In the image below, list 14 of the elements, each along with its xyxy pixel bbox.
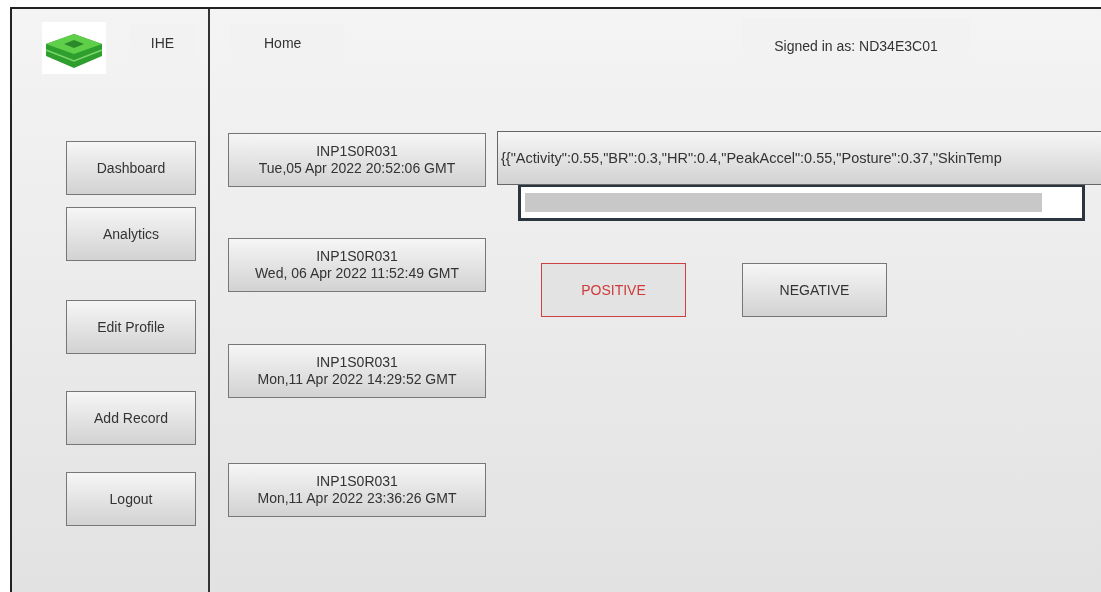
verdict-button[interactable]: NEGATIVE xyxy=(742,263,887,317)
record-button[interactable]: INP1S0R031 Wed, 06 Apr 2022 11:52:49 GMT xyxy=(228,238,486,292)
record-button[interactable]: INP1S0R031 Tue,05 Apr 2022 20:52:06 GMT xyxy=(228,133,486,187)
record-data-button[interactable]: {{"Activity":0.55,"BR":0.3,"HR":0.4,"PeakAccel":0.55,"Posture":0.37,"SkinTemp xyxy=(497,131,1101,185)
sidebar-button[interactable]: Dashboard xyxy=(66,141,196,195)
record-button[interactable]: INP1S0R031 Mon,11 Apr 2022 23:36:26 GMT xyxy=(228,463,486,517)
sidebar-button[interactable]: Add Record xyxy=(66,391,196,445)
sidebar-button[interactable]: Edit Profile xyxy=(66,300,196,354)
logo-icon xyxy=(42,22,106,74)
sidebar-button[interactable]: Analytics xyxy=(66,207,196,261)
record-button[interactable]: INP1S0R031 Mon,11 Apr 2022 14:29:52 GMT xyxy=(228,344,486,398)
sidebar-button[interactable]: Logout xyxy=(66,472,196,526)
horizontal-scrollbar[interactable] xyxy=(518,185,1085,221)
verdict-button[interactable]: POSITIVE xyxy=(541,263,686,317)
